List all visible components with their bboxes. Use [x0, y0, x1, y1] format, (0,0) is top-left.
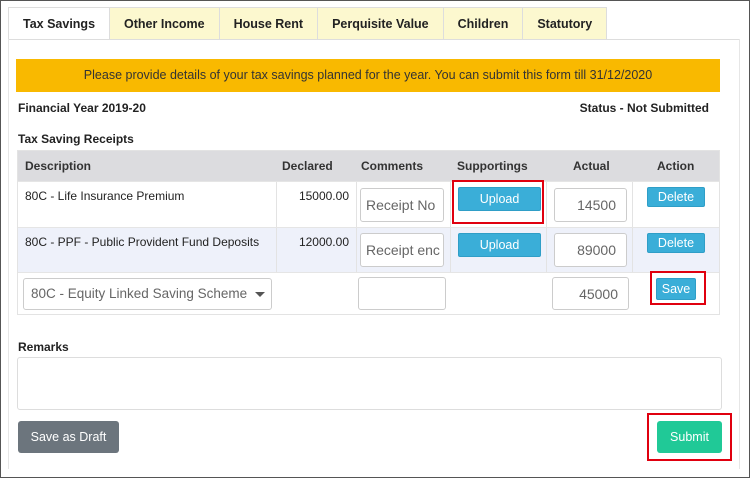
column-divider [356, 228, 357, 272]
comment-input[interactable] [358, 277, 446, 310]
table-row: 80C - Life Insurance Premium 15000.00 Re… [18, 181, 719, 227]
new-entry-row: 80C - Equity Linked Saving Scheme 45000 … [18, 272, 719, 314]
comment-input[interactable]: Receipt enc [360, 233, 444, 267]
column-divider [276, 182, 277, 227]
deadline-alert: Please provide details of your tax savin… [16, 59, 720, 92]
tab-other-income[interactable]: Other Income [110, 7, 220, 40]
tab-house-rent[interactable]: House Rent [219, 7, 319, 40]
submission-status: Status - Not Submitted [579, 101, 709, 115]
column-divider [632, 182, 633, 227]
tab-divider [8, 39, 740, 40]
deduction-select-value: 80C - Equity Linked Saving Scheme [31, 286, 248, 301]
submit-button[interactable]: Submit [657, 421, 722, 453]
panel-border-right [739, 39, 740, 469]
column-divider [632, 228, 633, 272]
table-header: Description Declared Comments Supporting… [18, 151, 719, 181]
actual-input[interactable]: 45000 [552, 277, 629, 310]
deduction-select[interactable]: 80C - Equity Linked Saving Scheme [23, 278, 272, 310]
column-divider [450, 182, 451, 227]
row-declared: 12000.00 [298, 235, 349, 249]
column-divider [450, 228, 451, 272]
table-row: 80C - PPF - Public Provident Fund Deposi… [18, 227, 719, 272]
header-description: Description [25, 159, 92, 173]
remarks-label: Remarks [18, 340, 69, 354]
chevron-down-icon [255, 292, 265, 297]
tab-perquisite-value[interactable]: Perquisite Value [318, 7, 444, 40]
save-highlight [650, 271, 706, 305]
save-as-draft-button[interactable]: Save as Draft [18, 421, 119, 453]
upload-button[interactable]: Upload [458, 233, 541, 257]
tab-tax-savings[interactable]: Tax Savings [8, 7, 111, 40]
delete-button[interactable]: Delete [647, 233, 705, 253]
remarks-textarea[interactable] [17, 357, 722, 410]
header-action: Action [657, 159, 695, 173]
tax-saving-table: Description Declared Comments Supporting… [17, 150, 720, 315]
panel-border-left [8, 39, 9, 469]
column-divider [276, 228, 277, 272]
financial-year-label: Financial Year 2019-20 [18, 101, 146, 115]
column-divider [356, 182, 357, 227]
actual-input[interactable]: 89000 [554, 233, 627, 267]
row-declared: 15000.00 [298, 189, 349, 203]
header-declared: Declared [282, 159, 333, 173]
header-supportings: Supportings [457, 159, 528, 173]
column-divider [546, 182, 547, 227]
row-description: 80C - PPF - Public Provident Fund Deposi… [25, 235, 260, 249]
section-title: Tax Saving Receipts [18, 132, 134, 146]
row-description: 80C - Life Insurance Premium [25, 189, 185, 203]
tab-children[interactable]: Children [443, 7, 524, 40]
tab-statutory[interactable]: Statutory [523, 7, 608, 40]
header-actual: Actual [573, 159, 610, 173]
delete-button[interactable]: Delete [647, 187, 705, 207]
upload-highlight [452, 180, 544, 224]
tab-bar: Tax Savings Other Income House Rent Perq… [8, 7, 608, 40]
column-divider [546, 228, 547, 272]
actual-input[interactable]: 14500 [554, 188, 627, 222]
header-comments: Comments [361, 159, 424, 173]
comment-input[interactable]: Receipt No [360, 188, 444, 222]
